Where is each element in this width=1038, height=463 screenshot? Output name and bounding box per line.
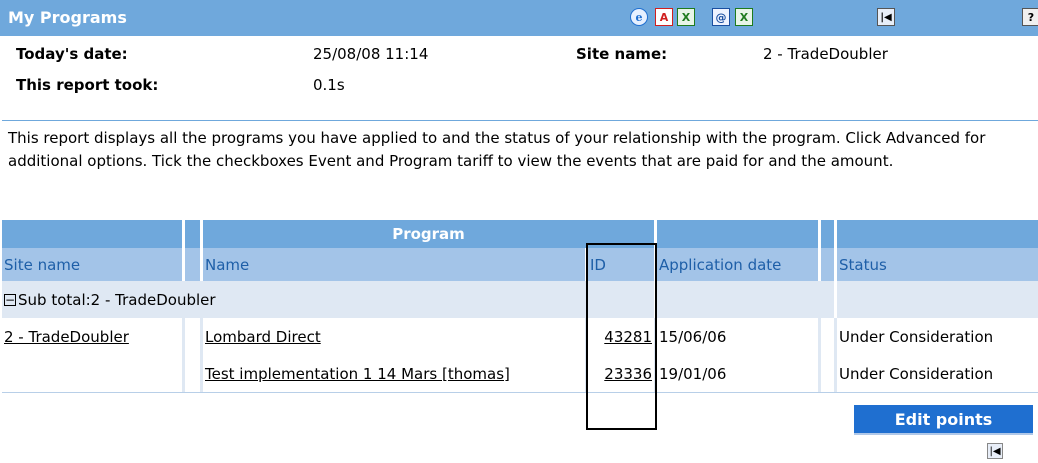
help-icon[interactable]: ? — [1022, 8, 1038, 26]
pdf-icon[interactable]: A — [655, 8, 673, 26]
excel-export-icon[interactable]: X — [735, 8, 753, 26]
site-link[interactable]: 2 - TradeDoubler — [4, 328, 129, 346]
status: Under Consideration — [839, 364, 994, 383]
col-name[interactable]: Name — [203, 248, 588, 281]
todays-date-value: 25/08/08 11:14 — [313, 45, 429, 63]
table-row: Test implementation 1 14 Mars [thomas] 2… — [2, 355, 1038, 393]
subtotal-label: Sub total:2 - TradeDoubler — [18, 290, 216, 309]
application-date: 19/01/06 — [657, 355, 821, 392]
report-took-label: This report took: — [16, 76, 159, 94]
site-name-value: 2 - TradeDoubler — [763, 45, 888, 63]
table-row: 2 - TradeDoubler Lombard Direct 43281 15… — [2, 318, 1038, 356]
id-column-highlight — [586, 243, 657, 430]
first-page-icon[interactable]: |◀ — [987, 443, 1003, 459]
report-took-value: 0.1s — [313, 76, 345, 94]
page-title: My Programs — [8, 8, 127, 27]
col-status[interactable]: Status — [837, 248, 1038, 281]
program-name-link[interactable]: Lombard Direct — [205, 328, 321, 346]
first-page-icon[interactable]: |◀ — [877, 8, 895, 26]
site-name-label: Site name: — [576, 45, 668, 63]
excel-icon[interactable]: X — [677, 8, 695, 26]
subtotal-row: − Sub total:2 - TradeDoubler — [2, 281, 1038, 318]
status: Under Consideration — [839, 327, 994, 346]
collapse-icon[interactable]: − — [4, 293, 16, 306]
edit-points-button[interactable]: Edit points — [854, 405, 1033, 435]
col-site-name[interactable]: Site name — [2, 248, 185, 281]
todays-date-label: Today's date: — [16, 45, 128, 63]
application-date: 15/06/06 — [657, 318, 821, 355]
table-group-header: Program — [2, 220, 1038, 248]
html-export-icon[interactable]: @ — [712, 8, 730, 26]
ie-icon[interactable]: e — [630, 8, 648, 26]
report-description: This report displays all the programs yo… — [2, 120, 1038, 220]
title-bar: My Programs e A X @ X |◀ ? — [0, 0, 1038, 36]
column-header-row: Site name Name ID Application date Statu… — [2, 248, 1038, 281]
program-name-link[interactable]: Test implementation 1 14 Mars [thomas] — [205, 365, 510, 383]
col-application-date[interactable]: Application date — [657, 248, 821, 281]
